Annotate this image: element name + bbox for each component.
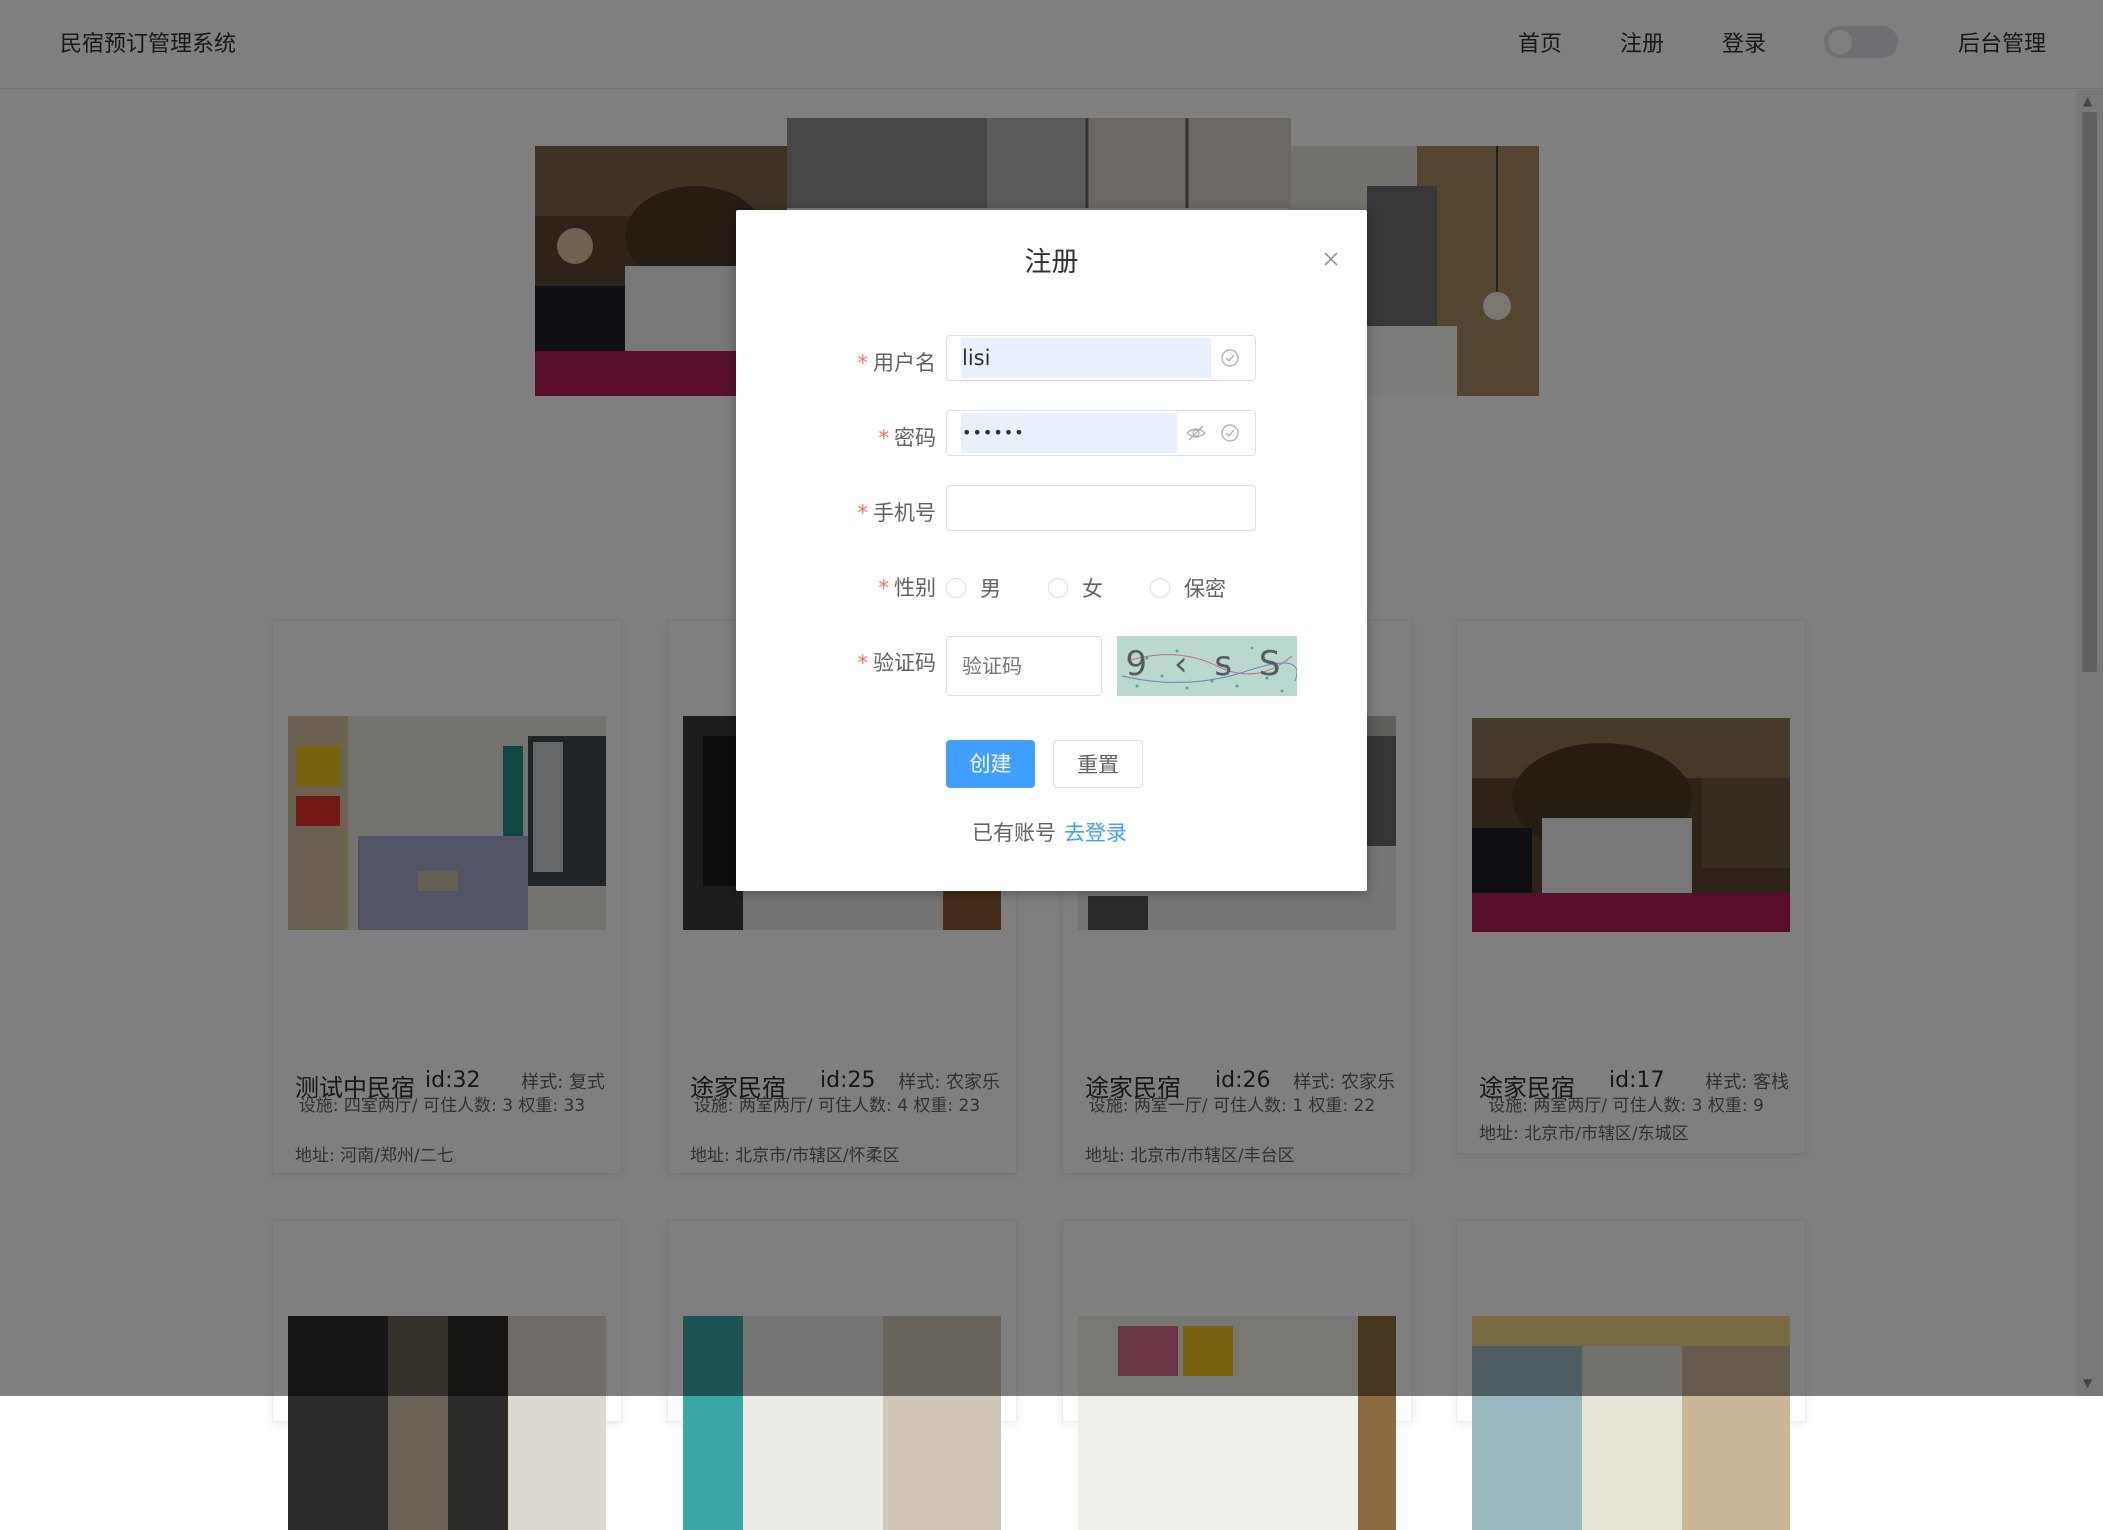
username-label-text: 用户名: [873, 351, 936, 375]
password-label: * 密码: [736, 422, 937, 452]
autofill-highlight: [961, 338, 1211, 378]
captcha-label-text: 验证码: [873, 651, 936, 675]
phone-label-text: 手机号: [873, 501, 936, 525]
radio-circle: [1150, 578, 1170, 598]
register-dialog: 注册 * 用户名 lisi * 密码 •••••• * 手机号 * 性别 男 女…: [736, 210, 1367, 891]
phone-field[interactable]: [946, 485, 1256, 531]
login-prompt: 已有账号 去登录: [972, 817, 1127, 847]
radio-label: 保密: [1184, 577, 1226, 601]
radio-label: 女: [1082, 577, 1103, 601]
captcha-input[interactable]: [946, 636, 1102, 696]
required-asterisk: *: [857, 651, 869, 675]
phone-label: * 手机号: [736, 497, 937, 527]
gender-radio-female[interactable]: 女: [1048, 573, 1103, 603]
required-asterisk: *: [857, 351, 869, 375]
close-icon-glyph: [1324, 252, 1338, 266]
gender-radio-male[interactable]: 男: [946, 573, 1001, 603]
password-label-text: 密码: [894, 426, 936, 450]
gender-label: * 性别: [736, 572, 937, 602]
radio-circle: [946, 578, 966, 598]
required-asterisk: *: [878, 426, 890, 450]
phone-value: [947, 486, 962, 530]
close-icon[interactable]: [1316, 244, 1346, 274]
radio-label: 男: [980, 577, 1001, 601]
captcha-text: 9 ‹ s S: [1125, 644, 1289, 684]
dialog-title: 注册: [1024, 247, 1079, 278]
required-asterisk: *: [857, 501, 869, 525]
radio-circle: [1048, 578, 1068, 598]
create-button[interactable]: 创建: [946, 740, 1035, 788]
check-circle-icon: [1221, 424, 1239, 442]
eye-off-icon[interactable]: [1185, 422, 1207, 444]
username-field[interactable]: lisi: [946, 335, 1256, 381]
captcha-image[interactable]: 9 ‹ s S: [1117, 636, 1297, 696]
password-value: ••••••: [962, 423, 1025, 442]
password-field[interactable]: ••••••: [946, 410, 1256, 456]
go-login-link[interactable]: 去登录: [1064, 821, 1127, 845]
page: 民宿预订管理系统 首页 注册 登录 后台管理: [0, 0, 2103, 1530]
has-account-text: 已有账号: [972, 821, 1056, 845]
required-asterisk: *: [878, 576, 890, 600]
gender-radio-secret[interactable]: 保密: [1150, 573, 1226, 603]
check-circle-icon: [1221, 349, 1239, 367]
username-label: * 用户名: [736, 347, 937, 377]
reset-button[interactable]: 重置: [1053, 740, 1143, 788]
username-value: lisi: [962, 346, 991, 370]
gender-label-text: 性别: [894, 576, 936, 600]
captcha-label: * 验证码: [736, 647, 937, 677]
